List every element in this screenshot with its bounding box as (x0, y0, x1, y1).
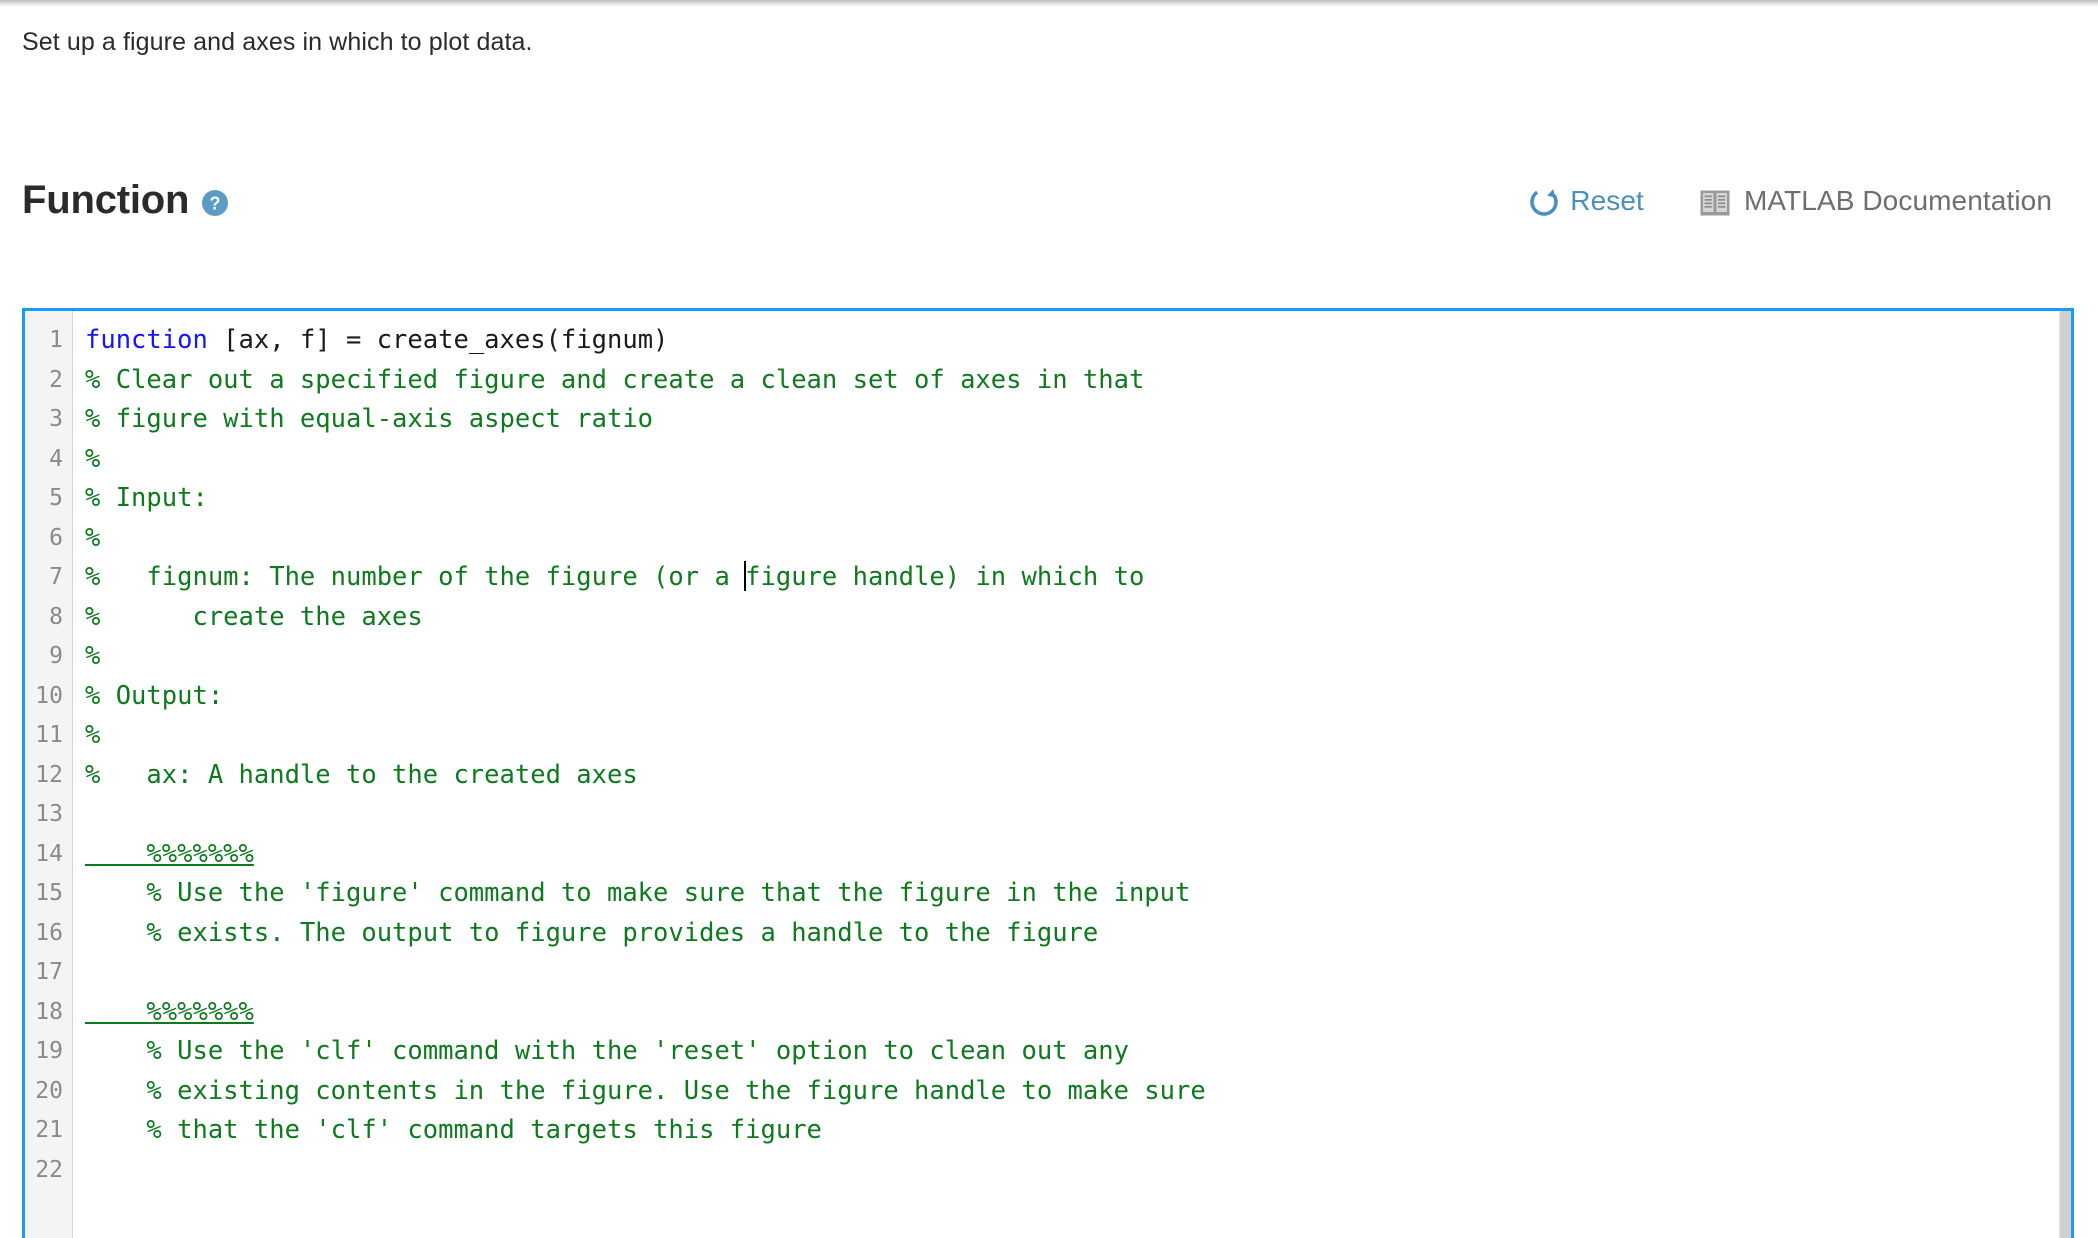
editor-vertical-scrollbar[interactable] (2059, 311, 2071, 1238)
code-section-marker: %%%%%%% (85, 996, 254, 1027)
line-number: 18 (35, 998, 63, 1025)
header-actions: Reset MATLAB Documentation (1527, 183, 2052, 219)
code-line[interactable]: % Input: (85, 479, 2071, 519)
line-number: 22 (35, 1156, 63, 1183)
line-number: 5 (49, 485, 63, 511)
code-line[interactable]: % Use the 'figure' command to make sure … (85, 874, 2071, 914)
code-line[interactable]: function [ax, f] = create_axes(fignum) (85, 321, 2071, 361)
refresh-icon (1527, 185, 1561, 219)
reset-button[interactable]: Reset (1527, 183, 1644, 219)
code-line[interactable]: % create the axes (85, 598, 2071, 638)
code-comment: % that the 'clf' command targets this fi… (85, 1115, 822, 1145)
line-number: 16 (35, 919, 63, 946)
code-editor[interactable]: 1 2 3 4 5 6 7 8 9 10 11 12 13 14 15 16 17 18 19 20 21 22 func… (22, 308, 2074, 1238)
line-number: 3 (49, 406, 63, 432)
line-number: 11 (35, 722, 63, 748)
line-number: 2 (49, 366, 63, 393)
line-number: 10 (35, 682, 63, 709)
code-line[interactable]: %%%%%%% (85, 993, 2071, 1033)
function-header: Function ? Reset MATLAB Documentation (22, 178, 2076, 238)
code-line[interactable] (85, 953, 2071, 993)
code-comment: % ax: A handle to the created axes (85, 759, 638, 790)
code-section-marker: %%%%%%% (85, 838, 254, 869)
code-comment: % (85, 641, 101, 671)
code-comment: % Use the 'clf' command with the 'reset'… (85, 1036, 1129, 1066)
code-comment: % Use the 'figure' command to make sure … (85, 878, 1191, 908)
line-number: 13 (35, 801, 63, 827)
code-comment: % create the axes (85, 601, 423, 632)
code-line[interactable]: % figure with equal-axis aspect ratio (85, 400, 2071, 440)
code-line[interactable]: %%%%%%% (85, 835, 2071, 875)
code-line[interactable]: % existing contents in the figure. Use t… (85, 1072, 2071, 1112)
matlab-documentation-button[interactable]: MATLAB Documentation (1700, 185, 2052, 217)
line-number: 14 (35, 840, 63, 867)
line-number: 4 (49, 445, 63, 472)
code-keyword: function (85, 325, 208, 355)
code-comment: % fignum: The number of the figure (or a (85, 562, 746, 592)
line-number: 1 (49, 327, 63, 353)
page-root: Set up a figure and axes in which to plo… (0, 0, 2098, 1238)
code-line[interactable]: % Use the 'clf' command with the 'reset'… (85, 1032, 2071, 1072)
line-number: 12 (35, 761, 63, 788)
editor-scrollbar-thumb[interactable] (2060, 311, 2071, 1238)
code-line[interactable]: % fignum: The number of the figure (or a… (85, 558, 2071, 598)
code-comment: % (85, 720, 101, 750)
code-text: [ax, f] = create_axes(fignum) (207, 325, 669, 355)
code-line[interactable]: % (85, 440, 2071, 480)
line-number: 7 (49, 564, 63, 590)
line-number: 17 (35, 959, 63, 985)
code-line[interactable]: % exists. The output to figure provides … (85, 914, 2071, 954)
code-line[interactable]: % Clear out a specified figure and creat… (85, 361, 2071, 401)
line-number: 21 (35, 1117, 63, 1143)
code-area[interactable]: function [ax, f] = create_axes(fignum)% … (73, 311, 2071, 1238)
line-number: 19 (35, 1038, 63, 1064)
code-line[interactable] (85, 795, 2071, 835)
code-comment: % (85, 443, 101, 474)
line-number-gutter: 1 2 3 4 5 6 7 8 9 10 11 12 13 14 15 16 17 18 19 20 21 22 (25, 311, 73, 1238)
top-shadow-divider (0, 0, 2098, 7)
code-comment: % Clear out a specified figure and creat… (85, 364, 1145, 395)
code-comment: % Output: (85, 680, 224, 711)
code-comment: % (85, 522, 101, 553)
reset-label: Reset (1570, 185, 1644, 216)
help-circle-icon[interactable]: ? (201, 189, 229, 217)
line-number: 6 (49, 524, 63, 551)
code-line[interactable]: % ax: A handle to the created axes (85, 756, 2071, 796)
book-icon (1700, 190, 1730, 216)
code-line[interactable] (85, 1151, 2071, 1191)
svg-text:?: ? (210, 194, 221, 214)
page-title: Function (22, 178, 190, 222)
function-title-group: Function ? (22, 178, 229, 222)
line-number: 20 (35, 1077, 63, 1104)
code-comment: figure handle) in which to (745, 562, 1145, 592)
matlab-documentation-label: MATLAB Documentation (1743, 185, 2052, 216)
code-comment: % figure with equal-axis aspect ratio (85, 404, 654, 434)
code-line[interactable]: % (85, 716, 2071, 756)
code-comment: % existing contents in the figure. Use t… (85, 1075, 1206, 1106)
line-number: 8 (49, 603, 63, 630)
code-line[interactable]: % (85, 637, 2071, 677)
code-line[interactable]: % that the 'clf' command targets this fi… (85, 1111, 2071, 1151)
line-number: 9 (49, 643, 63, 669)
code-comment: % exists. The output to figure provides … (85, 917, 1099, 948)
code-comment: % Input: (85, 483, 208, 513)
code-line[interactable]: % (85, 519, 2071, 559)
line-number: 15 (35, 880, 63, 906)
instruction-text: Set up a figure and axes in which to plo… (22, 28, 533, 56)
code-line[interactable]: % Output: (85, 677, 2071, 717)
